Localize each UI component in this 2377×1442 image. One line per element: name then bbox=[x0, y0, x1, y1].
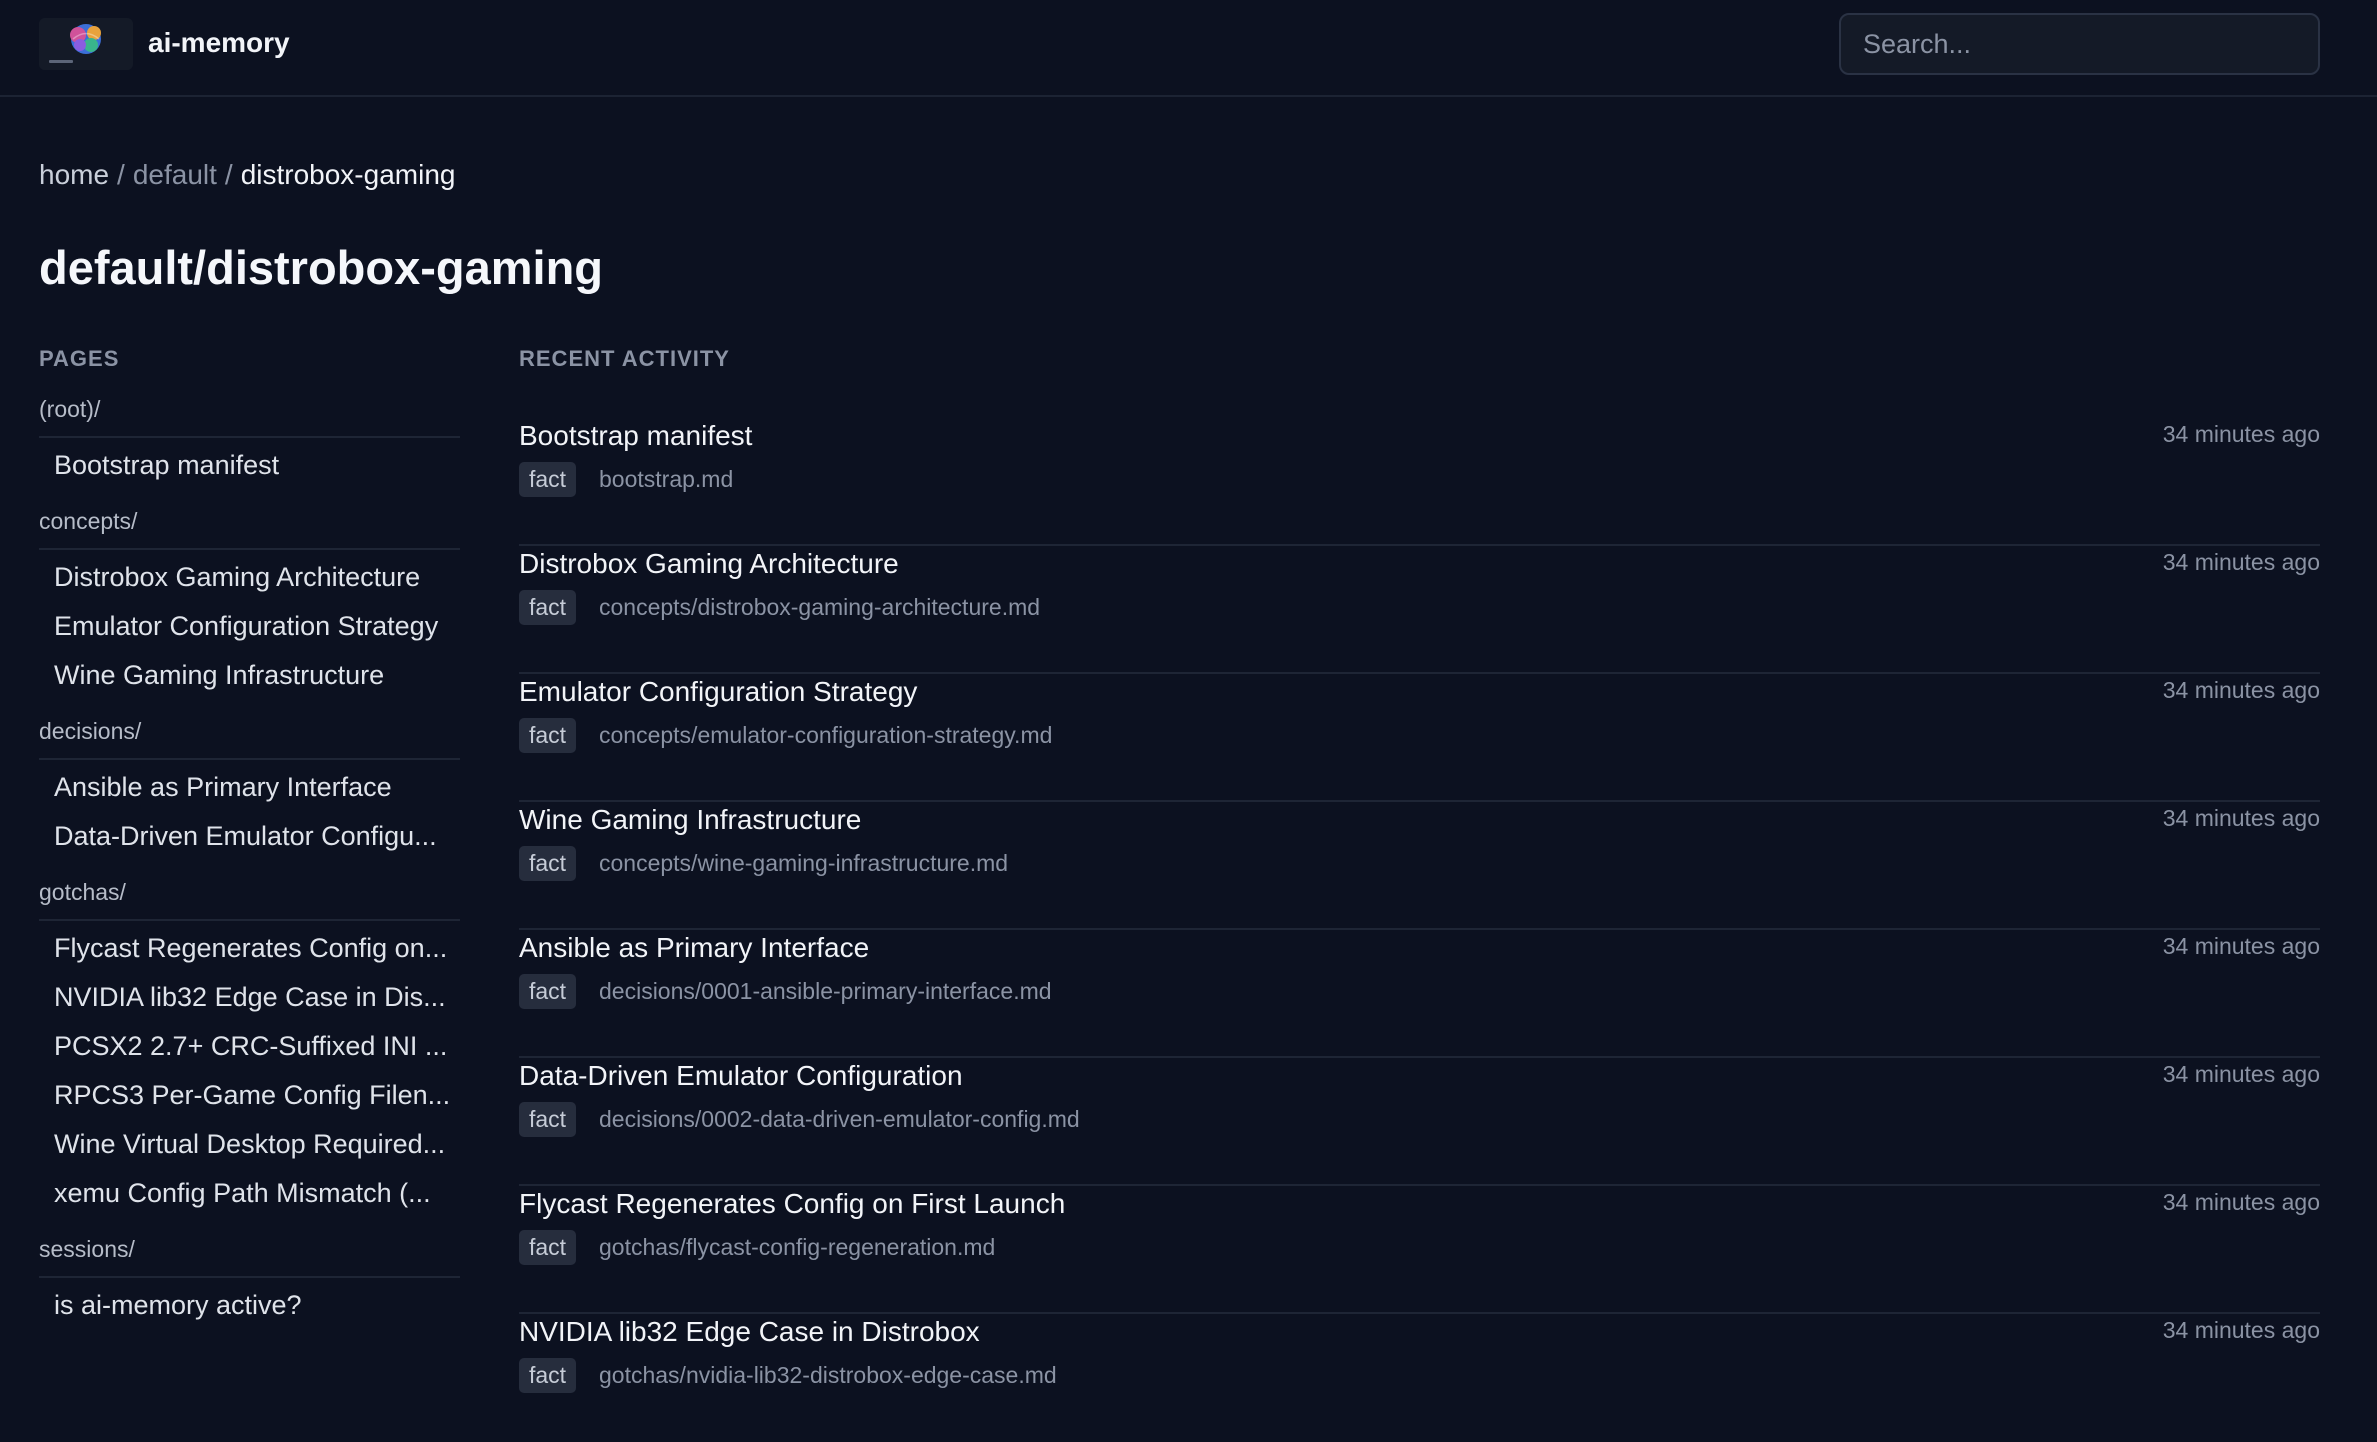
type-badge: fact bbox=[519, 1102, 577, 1137]
activity-title-link[interactable]: NVIDIA lib32 Edge Case in Distrobox bbox=[519, 1314, 980, 1350]
page-group-gotchas: gotchas/ Flycast Regenerates Config on..… bbox=[39, 874, 460, 1218]
search-input[interactable] bbox=[1839, 13, 2320, 75]
page-title: default/distrobox-gaming bbox=[39, 241, 603, 294]
type-badge: fact bbox=[519, 1230, 577, 1265]
timestamp: 34 minutes ago bbox=[2162, 805, 2320, 831]
page-link[interactable]: NVIDIA lib32 Edge Case in Dis... bbox=[39, 973, 460, 1022]
activity-item: NVIDIA lib32 Edge Case in Distrobox fact… bbox=[519, 1314, 2320, 1442]
file-path: decisions/0001-ansible-primary-interface… bbox=[599, 978, 1052, 1004]
activity-item: Emulator Configuration Strategy fact con… bbox=[519, 674, 2320, 802]
brain-logo-icon[interactable] bbox=[39, 18, 133, 70]
file-path: bootstrap.md bbox=[599, 466, 734, 492]
recent-activity: RECENT ACTIVITY Bootstrap manifest fact … bbox=[519, 340, 2320, 1442]
activity-title-link[interactable]: Ansible as Primary Interface bbox=[519, 930, 869, 966]
activity-item: Wine Gaming Infrastructure fact concepts… bbox=[519, 802, 2320, 930]
group-label: concepts/ bbox=[39, 503, 460, 550]
type-badge: fact bbox=[519, 590, 577, 625]
page-group-decisions: decisions/ Ansible as Primary Interface … bbox=[39, 713, 460, 861]
group-label: decisions/ bbox=[39, 713, 460, 760]
page-link[interactable]: Wine Virtual Desktop Required... bbox=[39, 1120, 460, 1169]
top-bar: ai-memory bbox=[0, 0, 2377, 97]
file-path: gotchas/nvidia-lib32-distrobox-edge-case… bbox=[599, 1362, 1057, 1388]
page-group-root: (root)/ Bootstrap manifest bbox=[39, 391, 460, 490]
page-link[interactable]: Emulator Configuration Strategy bbox=[39, 602, 460, 651]
breadcrumb-separator: / bbox=[224, 159, 233, 190]
activity-title-link[interactable]: Flycast Regenerates Config on First Laun… bbox=[519, 1186, 1065, 1222]
page-link[interactable]: RPCS3 Per-Game Config Filen... bbox=[39, 1071, 460, 1120]
file-path: gotchas/flycast-config-regeneration.md bbox=[599, 1234, 996, 1260]
activity-item: Bootstrap manifest fact bootstrap.md 34 … bbox=[519, 418, 2320, 546]
breadcrumb-home-link[interactable]: home bbox=[39, 159, 109, 190]
pages-heading: PAGES bbox=[39, 346, 120, 371]
activity-title-link[interactable]: Bootstrap manifest bbox=[519, 418, 752, 454]
recent-activity-heading: RECENT ACTIVITY bbox=[519, 346, 730, 371]
type-badge: fact bbox=[519, 462, 577, 497]
page-link[interactable]: Wine Gaming Infrastructure bbox=[39, 651, 460, 700]
type-badge: fact bbox=[519, 846, 577, 881]
breadcrumb-current: distrobox-gaming bbox=[240, 159, 456, 190]
timestamp: 34 minutes ago bbox=[2162, 421, 2320, 447]
activity-title-link[interactable]: Emulator Configuration Strategy bbox=[519, 674, 917, 710]
activity-item: Ansible as Primary Interface fact decisi… bbox=[519, 930, 2320, 1058]
activity-item: Distrobox Gaming Architecture fact conce… bbox=[519, 546, 2320, 674]
type-badge: fact bbox=[519, 1358, 577, 1393]
type-badge: fact bbox=[519, 718, 577, 753]
page-link[interactable]: Bootstrap manifest bbox=[39, 441, 460, 490]
page-link[interactable]: PCSX2 2.7+ CRC-Suffixed INI ... bbox=[39, 1022, 460, 1071]
page-group-sessions: sessions/ is ai-memory active? bbox=[39, 1231, 460, 1330]
file-path: concepts/wine-gaming-infrastructure.md bbox=[599, 850, 1009, 876]
group-label: (root)/ bbox=[39, 391, 460, 438]
page-link[interactable]: Distrobox Gaming Architecture bbox=[39, 553, 460, 602]
activity-item: Data-Driven Emulator Configuration fact … bbox=[519, 1058, 2320, 1186]
type-badge: fact bbox=[519, 974, 577, 1009]
page-link[interactable]: xemu Config Path Mismatch (... bbox=[39, 1169, 460, 1218]
pages-sidebar: PAGES (root)/ Bootstrap manifest concept… bbox=[39, 340, 460, 1330]
breadcrumb-namespace-link[interactable]: default bbox=[133, 159, 217, 190]
activity-title-link[interactable]: Distrobox Gaming Architecture bbox=[519, 546, 899, 582]
activity-item: Flycast Regenerates Config on First Laun… bbox=[519, 1186, 2320, 1314]
file-path: concepts/distrobox-gaming-architecture.m… bbox=[599, 594, 1041, 620]
page-group-concepts: concepts/ Distrobox Gaming Architecture … bbox=[39, 503, 460, 700]
timestamp: 34 minutes ago bbox=[2162, 1189, 2320, 1215]
activity-title-link[interactable]: Data-Driven Emulator Configuration bbox=[519, 1058, 963, 1094]
file-path: decisions/0002-data-driven-emulator-conf… bbox=[599, 1106, 1080, 1132]
file-path: concepts/emulator-configuration-strategy… bbox=[599, 722, 1053, 748]
app-name[interactable]: ai-memory bbox=[148, 26, 290, 60]
timestamp: 34 minutes ago bbox=[2162, 1061, 2320, 1087]
timestamp: 34 minutes ago bbox=[2162, 933, 2320, 959]
activity-title-link[interactable]: Wine Gaming Infrastructure bbox=[519, 802, 861, 838]
timestamp: 34 minutes ago bbox=[2162, 677, 2320, 703]
group-label: sessions/ bbox=[39, 1231, 460, 1278]
breadcrumb-separator: / bbox=[117, 159, 125, 190]
page-link[interactable]: Data-Driven Emulator Configu... bbox=[39, 812, 460, 861]
breadcrumb: home / default / distrobox-gaming bbox=[39, 157, 455, 193]
group-label: gotchas/ bbox=[39, 874, 460, 921]
timestamp: 34 minutes ago bbox=[2162, 549, 2320, 575]
timestamp: 34 minutes ago bbox=[2162, 1317, 2320, 1343]
page-link[interactable]: Ansible as Primary Interface bbox=[39, 763, 460, 812]
page-link[interactable]: Flycast Regenerates Config on... bbox=[39, 924, 460, 973]
page-link[interactable]: is ai-memory active? bbox=[39, 1281, 460, 1330]
